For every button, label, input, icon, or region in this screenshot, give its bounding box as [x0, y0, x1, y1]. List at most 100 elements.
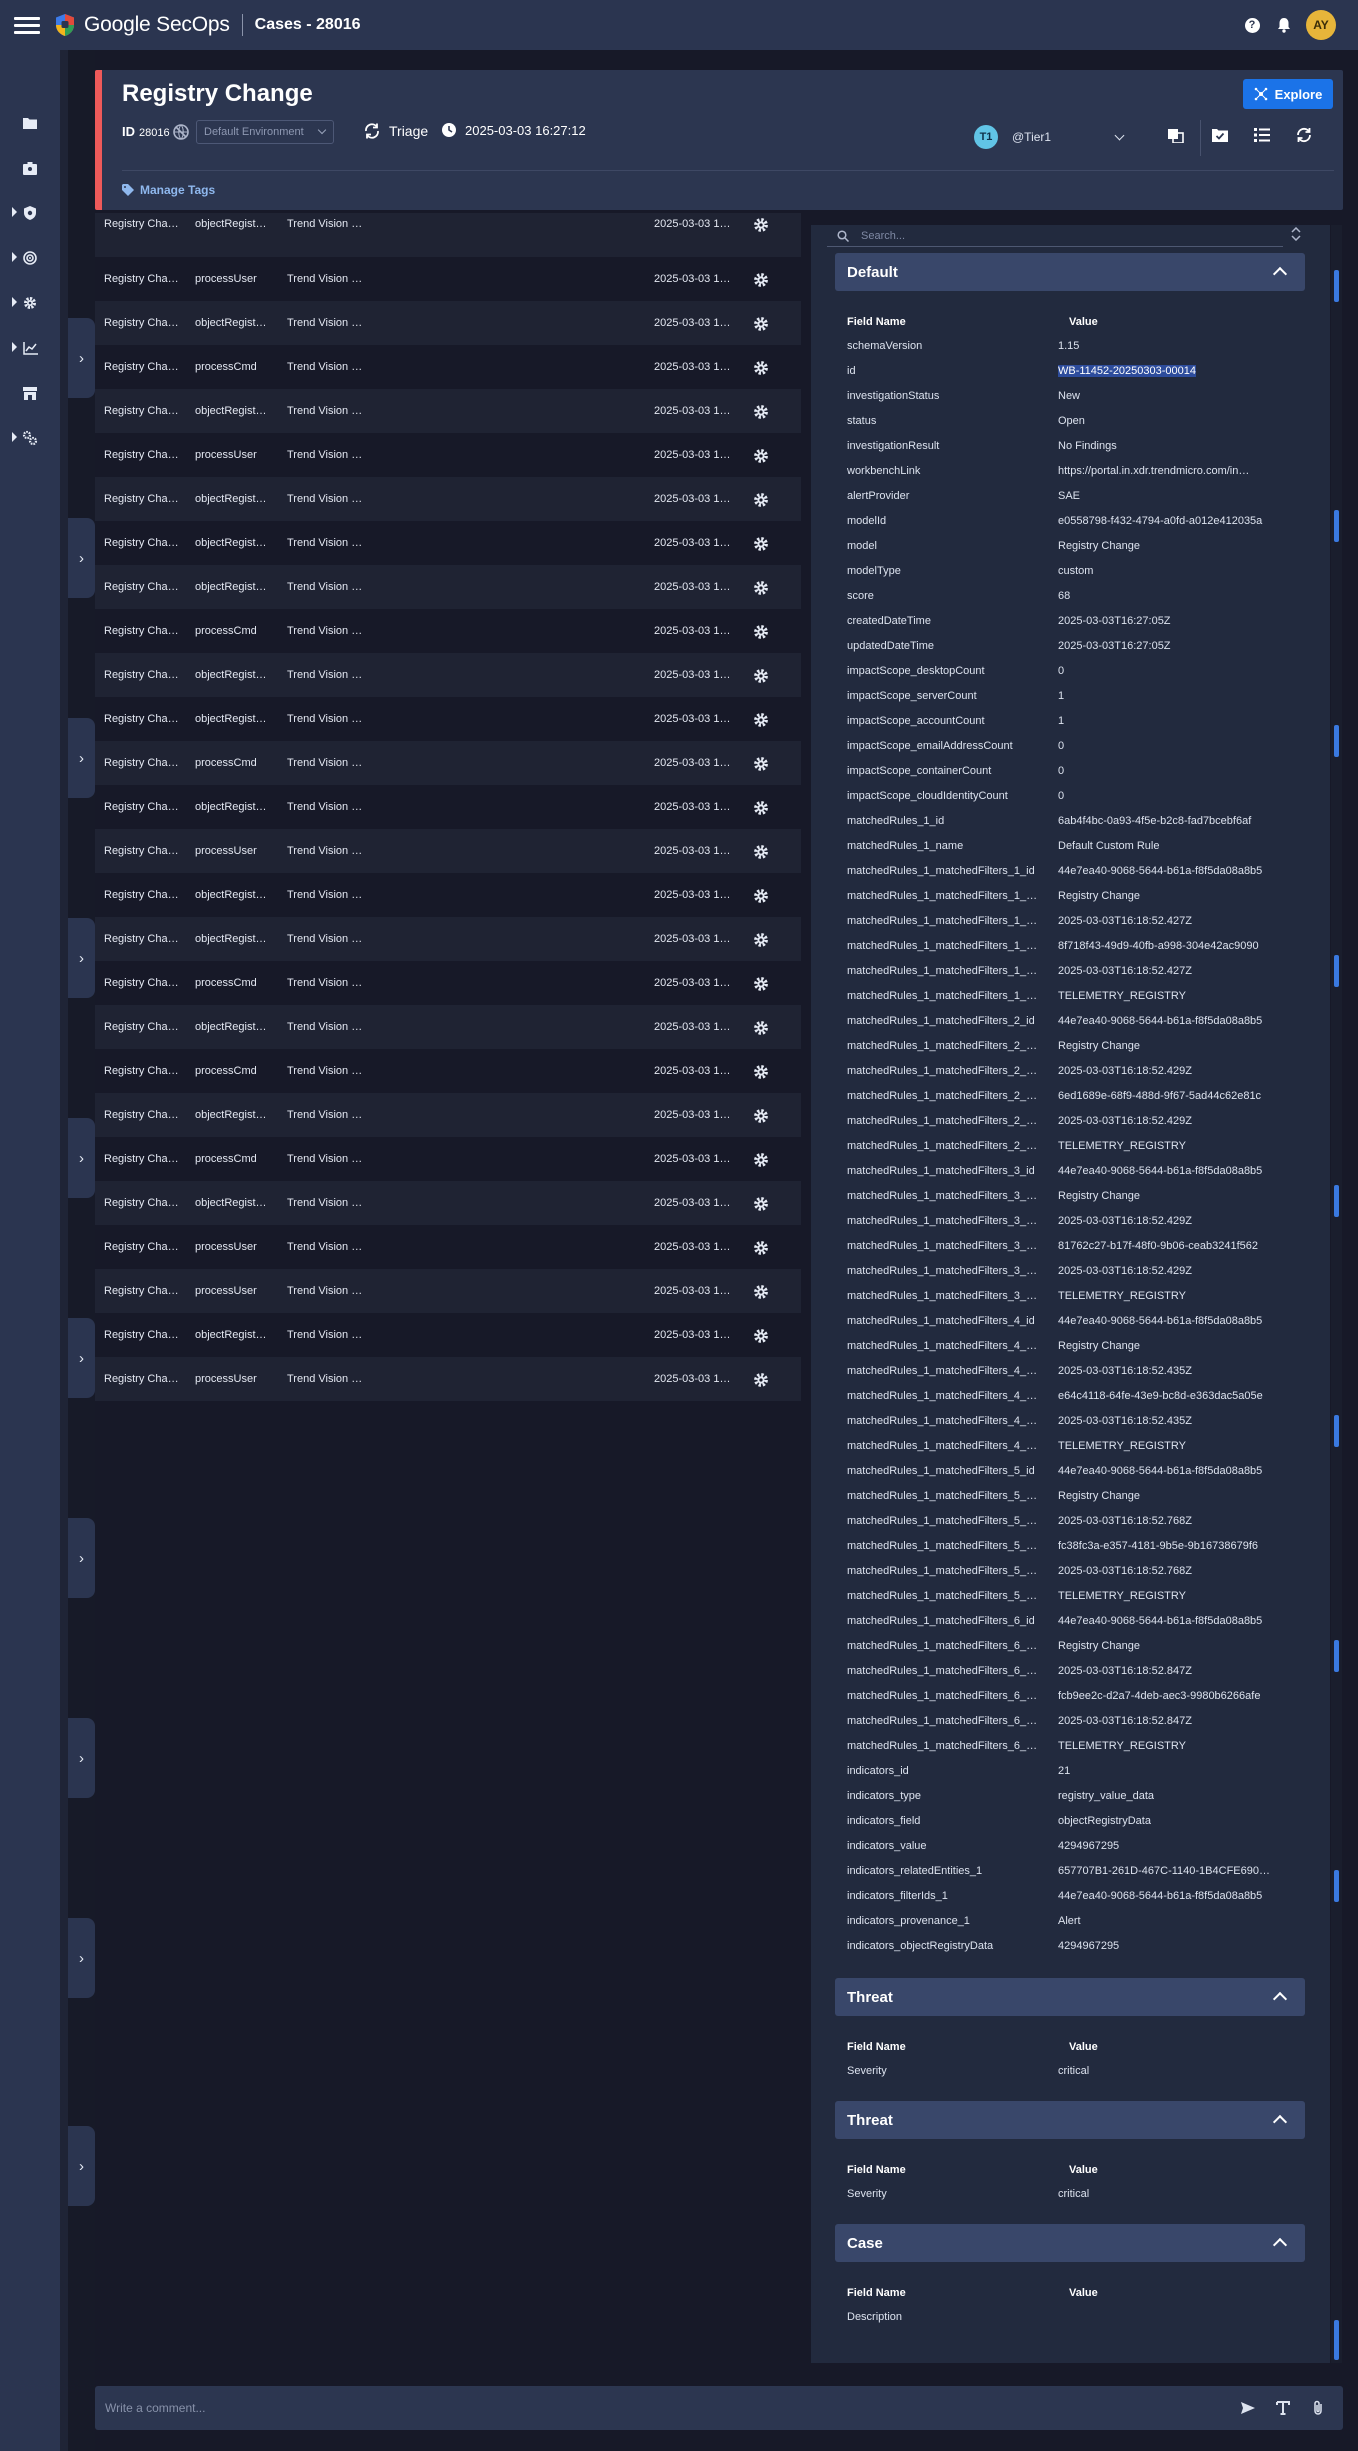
field-value[interactable]: fcb9ee2c-d2a7-4deb-aec3-9980b6266afe: [1058, 1690, 1280, 1702]
section-header[interactable]: Case: [835, 2224, 1305, 2262]
expand-queue-button[interactable]: ›: [68, 2126, 95, 2206]
event-row[interactable]: Registry Cha… objectRegist… Trend Vision ……: [95, 1181, 801, 1225]
event-row[interactable]: Registry Cha… objectRegist… Trend Vision ……: [95, 697, 801, 741]
event-row[interactable]: Registry Cha… processUser Trend Vision … 20…: [95, 1357, 801, 1401]
event-settings-gear-icon[interactable]: [753, 1152, 769, 1168]
assign-case-icon[interactable]: [1166, 125, 1186, 145]
comment-input[interactable]: Write a comment...: [105, 2386, 1235, 2430]
event-settings-gear-icon[interactable]: [753, 1196, 769, 1212]
field-value[interactable]: 2025-03-03T16:18:52.847Z: [1058, 1715, 1280, 1727]
field-value[interactable]: 4294967295: [1058, 1840, 1280, 1852]
menu-icon[interactable]: [14, 16, 40, 34]
attachment-icon[interactable]: [1308, 2398, 1328, 2418]
event-row[interactable]: Registry Cha… processUser Trend Vision … 20…: [95, 1269, 801, 1313]
event-settings-gear-icon[interactable]: [753, 536, 769, 552]
manage-tags-link[interactable]: Manage Tags: [122, 183, 215, 197]
event-settings-gear-icon[interactable]: [753, 316, 769, 332]
field-value[interactable]: 1.15: [1058, 340, 1280, 352]
details-scrollbar-thumb[interactable]: [1334, 1415, 1339, 1447]
event-row[interactable]: Registry Cha… processCmd Trend Vision … 202…: [95, 609, 801, 653]
nav-dashboards-icon[interactable]: [0, 333, 60, 363]
expand-queue-button[interactable]: ›: [68, 1718, 95, 1798]
field-value[interactable]: 44e7ea40-9068-5644-b61a-f8f5da08a8b5: [1058, 1615, 1280, 1627]
field-value[interactable]: Open: [1058, 415, 1280, 427]
event-settings-gear-icon[interactable]: [753, 1064, 769, 1080]
field-value[interactable]: 2025-03-03T16:18:52.435Z: [1058, 1365, 1280, 1377]
field-value[interactable]: 6ed1689e-68f9-488d-9f67-5ad44c62e81c: [1058, 1090, 1280, 1102]
field-value[interactable]: 44e7ea40-9068-5644-b61a-f8f5da08a8b5: [1058, 1015, 1280, 1027]
expand-queue-button[interactable]: ›: [68, 918, 95, 998]
field-value[interactable]: TELEMETRY_REGISTRY: [1058, 1140, 1280, 1152]
field-value[interactable]: 68: [1058, 590, 1280, 602]
event-row[interactable]: Registry Cha… objectRegist… Trend Vision ……: [95, 785, 801, 829]
field-value[interactable]: 2025-03-03T16:18:52.768Z: [1058, 1565, 1280, 1577]
nav-settings-icon[interactable]: [0, 288, 60, 318]
nav-investigation-icon[interactable]: [0, 243, 60, 273]
event-settings-gear-icon[interactable]: [753, 272, 769, 288]
field-value[interactable]: e64c4118-64fe-43e9-bc8d-e363dac5a05e: [1058, 1390, 1280, 1402]
event-settings-gear-icon[interactable]: [753, 712, 769, 728]
nav-detection-icon[interactable]: [0, 198, 60, 228]
field-value[interactable]: 1: [1058, 715, 1280, 727]
field-value[interactable]: 21: [1058, 1765, 1280, 1777]
field-value[interactable]: 2025-03-03T16:27:05Z: [1058, 615, 1280, 627]
nav-response-icon[interactable]: [0, 423, 60, 453]
field-value[interactable]: Registry Change: [1058, 1040, 1280, 1052]
explore-button[interactable]: Explore: [1243, 79, 1333, 109]
expand-queue-button[interactable]: ›: [68, 1318, 95, 1398]
details-search[interactable]: Search...: [827, 225, 1283, 247]
field-value[interactable]: Registry Change: [1058, 1190, 1280, 1202]
event-settings-gear-icon[interactable]: [753, 976, 769, 992]
nav-marketplace-icon[interactable]: [0, 378, 60, 408]
field-value[interactable]: Alert: [1058, 1915, 1280, 1927]
expand-queue-button[interactable]: ›: [68, 518, 95, 598]
field-value[interactable]: 1: [1058, 690, 1280, 702]
field-value[interactable]: 657707B1-261D-467C-1140-1B4CFE690…: [1058, 1865, 1280, 1877]
field-value[interactable]: TELEMETRY_REGISTRY: [1058, 1440, 1280, 1452]
field-value[interactable]: TELEMETRY_REGISTRY: [1058, 1590, 1280, 1602]
field-value[interactable]: custom: [1058, 565, 1280, 577]
details-scrollbar-thumb[interactable]: [1334, 2320, 1339, 2360]
event-row[interactable]: Registry Cha… processCmd Trend Vision … 202…: [95, 741, 801, 785]
section-header[interactable]: Default: [835, 253, 1305, 291]
field-value[interactable]: 2025-03-03T16:18:52.427Z: [1058, 915, 1280, 927]
event-row[interactable]: Registry Cha… objectRegist… Trend Vision ……: [95, 213, 801, 257]
field-value[interactable]: 8f718f43-49d9-40fb-a998-304e42ac9090: [1058, 940, 1280, 952]
details-scrollbar-thumb[interactable]: [1334, 725, 1339, 757]
field-value[interactable]: 81762c27-b17f-48f0-9b06-ceab3241f562: [1058, 1240, 1280, 1252]
event-settings-gear-icon[interactable]: [753, 1284, 769, 1300]
event-settings-gear-icon[interactable]: [753, 800, 769, 816]
environment-select[interactable]: Default Environment: [196, 120, 334, 144]
event-row[interactable]: Registry Cha… processCmd Trend Vision … 202…: [95, 1049, 801, 1093]
event-row[interactable]: Registry Cha… processCmd Trend Vision … 202…: [95, 961, 801, 1005]
chevron-up-icon[interactable]: [1272, 2237, 1288, 2253]
expand-queue-button[interactable]: ›: [68, 318, 95, 398]
field-value[interactable]: 0: [1058, 765, 1280, 777]
event-row[interactable]: Registry Cha… objectRegist… Trend Vision ……: [95, 873, 801, 917]
event-row[interactable]: Registry Cha… objectRegist… Trend Vision ……: [95, 1313, 801, 1357]
event-row[interactable]: Registry Cha… processCmd Trend Vision … 202…: [95, 1137, 801, 1181]
field-value[interactable]: 0: [1058, 740, 1280, 752]
field-value[interactable]: critical: [1058, 2065, 1280, 2077]
details-scrollbar-thumb[interactable]: [1334, 1185, 1339, 1217]
chevron-up-icon[interactable]: [1272, 1991, 1288, 2007]
field-value[interactable]: Registry Change: [1058, 540, 1280, 552]
field-value[interactable]: 44e7ea40-9068-5644-b61a-f8f5da08a8b5: [1058, 865, 1280, 877]
section-header[interactable]: Threat: [835, 2101, 1305, 2139]
expand-queue-button[interactable]: ›: [68, 718, 95, 798]
field-value[interactable]: 2025-03-03T16:18:52.429Z: [1058, 1265, 1280, 1277]
event-settings-gear-icon[interactable]: [753, 1240, 769, 1256]
event-settings-gear-icon[interactable]: [753, 404, 769, 420]
field-value[interactable]: https://portal.in.xdr.trendmicro.com/in…: [1058, 465, 1280, 477]
field-value[interactable]: e0558798-f432-4794-a0fd-a012e412035a: [1058, 515, 1280, 527]
event-row[interactable]: Registry Cha… processUser Trend Vision … 20…: [95, 257, 801, 301]
search-input[interactable]: Search...: [861, 230, 905, 242]
field-value[interactable]: 44e7ea40-9068-5644-b61a-f8f5da08a8b5: [1058, 1315, 1280, 1327]
bell-icon[interactable]: [1274, 15, 1294, 35]
event-row[interactable]: Registry Cha… processUser Trend Vision … 20…: [95, 433, 801, 477]
field-value[interactable]: Registry Change: [1058, 1490, 1280, 1502]
event-settings-gear-icon[interactable]: [753, 1108, 769, 1124]
field-value[interactable]: 0: [1058, 665, 1280, 677]
event-settings-gear-icon[interactable]: [753, 1020, 769, 1036]
event-settings-gear-icon[interactable]: [753, 932, 769, 948]
